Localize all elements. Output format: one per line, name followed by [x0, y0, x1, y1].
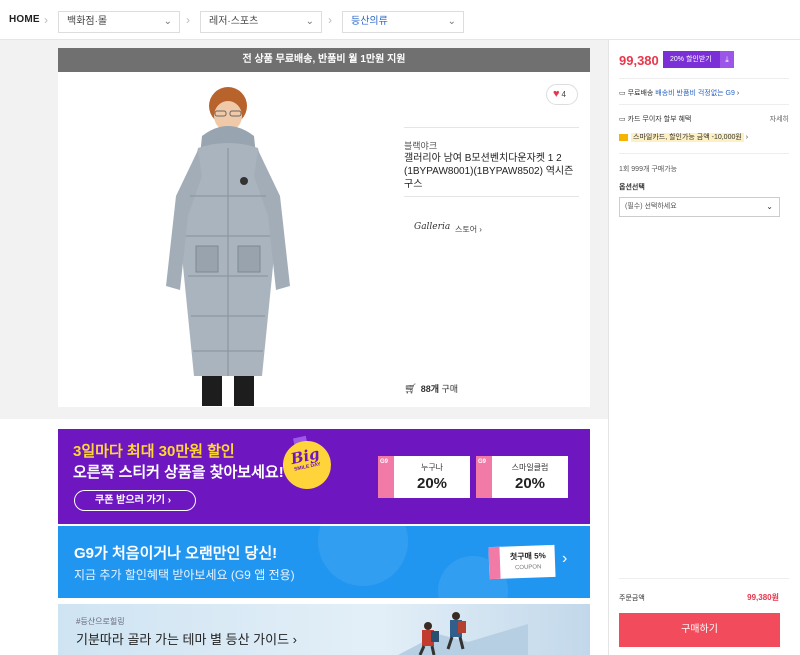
divider [619, 78, 789, 79]
banner-subheadline: 오른쪽 스티커 상품을 찾아보세요! [73, 464, 284, 481]
banner-title: G9가 처음이거나 오랜만인 당신! [74, 545, 278, 562]
divider [404, 127, 579, 128]
order-total-label: 주문금액 [619, 595, 645, 602]
seller-logo[interactable]: Galleria [414, 222, 450, 232]
category-select-3-label: 등산의류 [351, 16, 388, 27]
heart-icon: ♥ [553, 88, 560, 100]
breadcrumb-home[interactable]: HOME [9, 14, 40, 25]
first-purchase-coupon: 첫구매 5% COUPON [488, 544, 556, 580]
banner-subtitle: 지금 추가 할인혜택 받아보세요 (G9 앱 전용) [74, 568, 295, 582]
option-select-placeholder: (필수) 선택하세요 [625, 203, 677, 210]
chevron-down-icon: ⌄ [447, 16, 456, 27]
purchase-count: 🛒︎ 88개 구매 [404, 382, 458, 395]
breadcrumb: HOME › 백화점·몰 ⌄ › 레저·스포츠 ⌄ › 등산의류 ⌄ [0, 0, 800, 40]
category-select-1[interactable]: 백화점·몰 ⌄ [58, 11, 180, 33]
smile-card-icon [619, 133, 628, 141]
coupon-title: 첫구매 5% [509, 551, 546, 562]
store-link[interactable]: 스토어 › [455, 224, 482, 235]
shipping-label: 무료배송 [627, 90, 654, 97]
card-installment-label: 카드 무이자 할부 혜택 [627, 116, 692, 123]
g9-first-purchase-banner[interactable]: G9가 처음이거나 오랜만인 당신! 지금 추가 할인혜택 받아보세요 (G9 … [58, 526, 590, 598]
coupon-stub-label: G9 [478, 459, 487, 465]
free-shipping-bar: 전 상품 무료배송, 반품비 월 1만원 지원 [58, 48, 590, 72]
like-button[interactable]: ♥ 4 [546, 84, 578, 105]
banner-headline: 3일마다 최대 30만원 할인 [73, 443, 235, 460]
decorative-circle [318, 526, 408, 586]
big-smile-day-sticker: Big SMILE DAY [278, 436, 336, 494]
brand-name[interactable]: 블랙야크 [404, 139, 437, 152]
chevron-right-icon: › [328, 13, 332, 27]
divider [619, 153, 789, 154]
divider [619, 104, 789, 105]
purchase-count-value: 88개 [420, 384, 439, 394]
divider [404, 196, 579, 197]
product-image[interactable] [158, 86, 298, 406]
smile-card-text: 스마일카드, 할인가능 금액 -10,000원 [631, 133, 744, 142]
discount-button[interactable]: 20% 할인받기 ⤓ [663, 51, 734, 68]
category-select-2[interactable]: 레저·스포츠 ⌄ [200, 11, 322, 33]
product-title: 갤러리아 남여 B모션벤치다운자켓 1 2 (1BYPAW8001)(1BYPA… [404, 153, 574, 190]
category-select-2-label: 레저·스포츠 [209, 16, 259, 27]
shipping-guarantee: 배송비 반품비 걱정없는 G9 [655, 90, 735, 97]
divider [619, 578, 789, 579]
option-select[interactable]: (필수) 선택하세요 ⌄ [619, 197, 780, 217]
like-count: 4 [561, 90, 566, 99]
shipping-info[interactable]: ▭ 무료배송 배송비 반품비 걱정없는 G9 › [619, 88, 739, 98]
chevron-right-icon[interactable]: › [562, 550, 567, 568]
price: 99,380 [619, 53, 659, 68]
chevron-down-icon: ⌄ [766, 202, 773, 211]
coupon-label: 누구나 [420, 463, 444, 472]
hikers-illustration [398, 612, 528, 655]
category-select-1-label: 백화점·몰 [67, 16, 108, 27]
purchase-limit: 1회 999개 구매가능 [619, 166, 678, 173]
option-label: 옵션선택 [619, 184, 645, 191]
coupon-value: 20% [514, 475, 546, 492]
coupon-label: 스마일클럽 [511, 463, 549, 472]
coupon-stub: G9 [476, 456, 492, 498]
hiking-guide-banner[interactable]: #등산으로힐링 기분따라 골라 가는 테마 별 등산 가이드 › [58, 604, 590, 655]
chevron-down-icon: ⌄ [163, 16, 172, 27]
get-coupon-button[interactable]: 쿠폰 받으러 가기 › [74, 490, 196, 511]
chevron-right-icon: › [186, 13, 190, 27]
smile-card-discount[interactable]: 스마일카드, 할인가능 금액 -10,000원 › [619, 132, 748, 142]
card-icon: ▭ [619, 116, 626, 123]
coupon-value: 20% [416, 475, 448, 492]
truck-icon: ▭ [619, 90, 626, 97]
download-icon: ⤓ [720, 51, 734, 68]
coupon-everyone[interactable]: G9 누구나 20% [378, 456, 470, 498]
coupon-subtitle: COUPON [514, 564, 542, 572]
chevron-right-icon: › [736, 90, 740, 97]
banner-title: 기분따라 골라 가는 테마 별 등산 가이드 › [76, 632, 297, 647]
category-select-3[interactable]: 등산의류 ⌄ [342, 11, 464, 33]
banner-hashtag: #등산으로힐링 [76, 617, 125, 626]
chevron-right-icon: › [745, 134, 749, 141]
order-total-value: 99,380원 [747, 593, 779, 602]
cart-icon: 🛒︎ [404, 384, 417, 395]
coupon-stub-label: G9 [380, 459, 389, 465]
card-details-link[interactable]: 자세히 [770, 114, 789, 124]
purchase-count-suffix: 구매 [441, 384, 459, 394]
smile-day-banner[interactable]: 3일마다 최대 30만원 할인 오른쪽 스티커 상품을 찾아보세요! 쿠폰 받으… [58, 429, 590, 524]
buy-button[interactable]: 구매하기 [619, 613, 780, 647]
chevron-down-icon: ⌄ [305, 16, 314, 27]
card-installment-row: ▭ 카드 무이자 할부 혜택 자세히 [619, 114, 789, 124]
coupon-smile-club[interactable]: G9 스마일클럽 20% [476, 456, 568, 498]
coupon-stub [488, 546, 501, 580]
product-card: ♥ 4 블랙야크 갤러리아 남여 B모션벤치다운자켓 1 2 (1BYPAW800… [58, 72, 590, 407]
chevron-right-icon: › [44, 13, 48, 27]
discount-button-label: 20% 할인받기 [670, 56, 712, 63]
purchase-panel: 99,380 20% 할인받기 ⤓ ▭ 무료배송 배송비 반품비 걱정없는 G9… [608, 40, 800, 655]
coupon-stub: G9 [378, 456, 394, 498]
